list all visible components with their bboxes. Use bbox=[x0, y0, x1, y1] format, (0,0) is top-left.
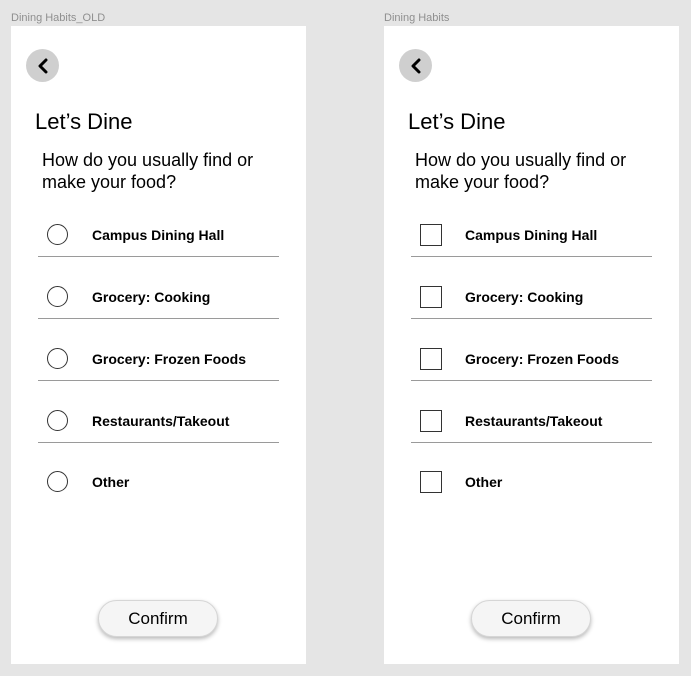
checkbox[interactable] bbox=[420, 471, 442, 493]
option-restaurants-takeout[interactable]: Restaurants/Takeout bbox=[411, 402, 652, 443]
back-button[interactable] bbox=[399, 49, 432, 82]
confirm-button[interactable]: Confirm bbox=[98, 600, 218, 637]
page-title: Let’s Dine bbox=[35, 109, 133, 134]
back-button[interactable] bbox=[26, 49, 59, 82]
chevron-left-icon bbox=[38, 58, 47, 73]
option-grocery-frozen-foods[interactable]: Grocery: Frozen Foods bbox=[38, 340, 279, 381]
radio-button[interactable] bbox=[47, 410, 68, 431]
option-grocery-cooking[interactable]: Grocery: Cooking bbox=[411, 278, 652, 319]
radio-button[interactable] bbox=[47, 348, 68, 369]
option-other[interactable]: Other bbox=[411, 463, 652, 503]
option-campus-dining-hall[interactable]: Campus Dining Hall bbox=[38, 216, 279, 257]
radio-button[interactable] bbox=[47, 286, 68, 307]
radio-button[interactable] bbox=[47, 224, 68, 245]
option-label: Restaurants/Takeout bbox=[465, 413, 603, 429]
frame-dining-habits-old: Let’s Dine How do you usually find or ma… bbox=[11, 26, 306, 664]
checkbox[interactable] bbox=[420, 348, 442, 370]
chevron-left-icon bbox=[411, 58, 420, 73]
checkbox[interactable] bbox=[420, 410, 442, 432]
question-text: How do you usually find or make your foo… bbox=[42, 150, 254, 192]
checkbox[interactable] bbox=[420, 286, 442, 308]
option-label: Other bbox=[92, 474, 130, 490]
frame-label-old: Dining Habits_OLD bbox=[11, 12, 106, 24]
option-restaurants-takeout[interactable]: Restaurants/Takeout bbox=[38, 402, 279, 443]
frame-dining-habits: Let’s Dine How do you usually find or ma… bbox=[384, 26, 679, 664]
option-label: Campus Dining Hall bbox=[465, 227, 598, 243]
option-label: Grocery: Cooking bbox=[92, 289, 211, 305]
option-label: Other bbox=[465, 474, 503, 490]
checkbox[interactable] bbox=[420, 224, 442, 246]
radio-button[interactable] bbox=[47, 471, 68, 492]
option-label: Grocery: Frozen Foods bbox=[92, 351, 247, 367]
page-title: Let’s Dine bbox=[408, 109, 506, 134]
option-label: Grocery: Cooking bbox=[465, 289, 584, 305]
frame-label-new: Dining Habits bbox=[384, 12, 450, 24]
option-other[interactable]: Other bbox=[38, 463, 279, 503]
option-label: Restaurants/Takeout bbox=[92, 413, 230, 429]
confirm-button[interactable]: Confirm bbox=[471, 600, 591, 637]
option-grocery-cooking[interactable]: Grocery: Cooking bbox=[38, 278, 279, 319]
option-label: Campus Dining Hall bbox=[92, 227, 225, 243]
question-text: How do you usually find or make your foo… bbox=[415, 150, 627, 192]
option-label: Grocery: Frozen Foods bbox=[465, 351, 620, 367]
option-campus-dining-hall[interactable]: Campus Dining Hall bbox=[411, 216, 652, 257]
option-grocery-frozen-foods[interactable]: Grocery: Frozen Foods bbox=[411, 340, 652, 381]
